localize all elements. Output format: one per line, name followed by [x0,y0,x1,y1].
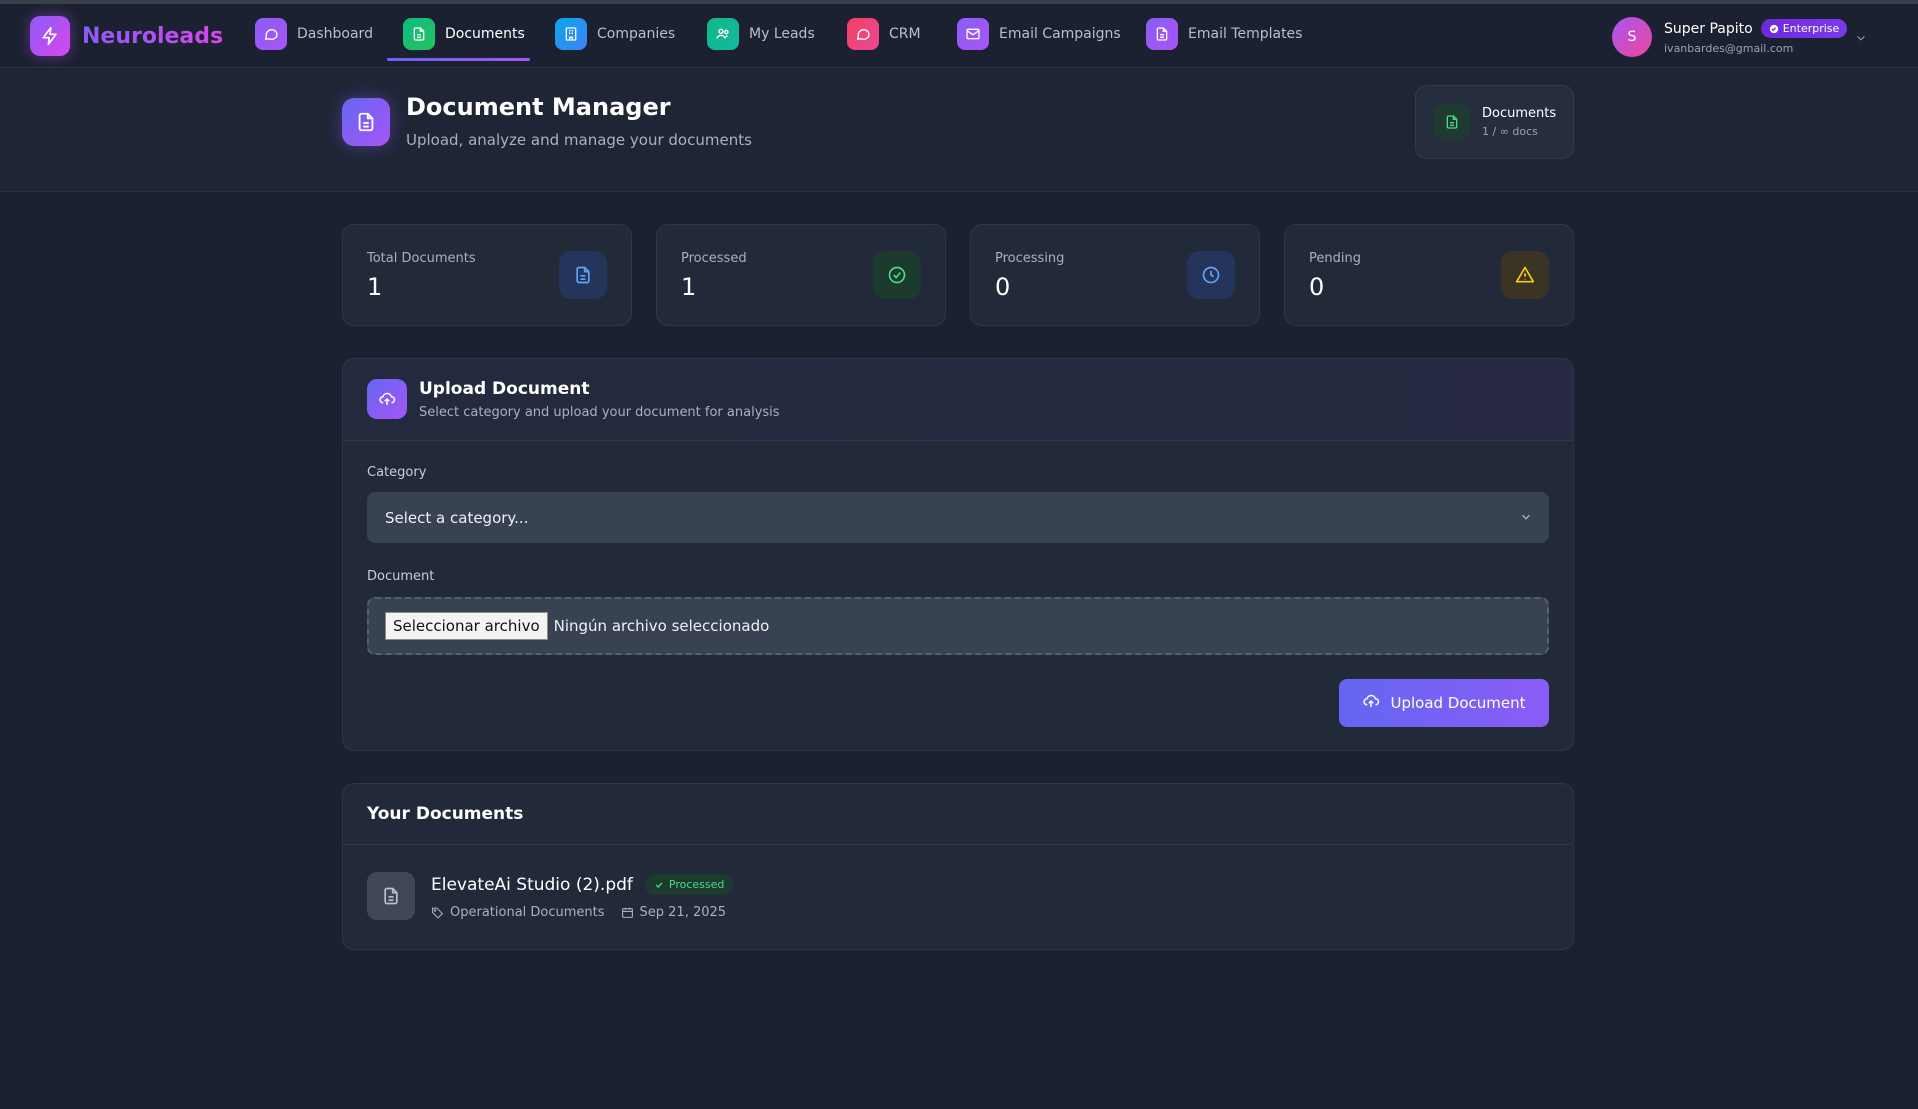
file-input[interactable]: Seleccionar archivo Ningún archivo selec… [367,597,1549,655]
upload-subtitle: Select category and upload your document… [419,405,780,420]
document-icon [1146,18,1178,50]
plan-label: Enterprise [1782,22,1840,35]
stat-label: Total Documents [367,251,476,266]
nav-item-dashboard[interactable]: Dashboard [255,15,373,53]
stat-value: 0 [1309,273,1325,301]
brand-name: Neuroleads [82,23,224,49]
lightning-icon [30,16,70,56]
stat-processed: Processed 1 [656,224,946,326]
choose-file-button[interactable]: Seleccionar archivo [385,612,548,640]
nav-item-email-templates[interactable]: Email Templates [1146,15,1302,53]
document-icon [559,251,607,299]
document-category: Operational Documents [450,905,605,920]
upload-card-header: Upload Document Select category and uplo… [343,359,1573,441]
nav-item-my-leads[interactable]: My Leads [707,15,815,53]
document-icon [1434,104,1470,140]
top-navbar: Neuroleads Dashboard Documents Companies… [0,4,1918,68]
status-label: Processed [668,878,725,891]
plan-badge: Enterprise [1760,19,1848,38]
warning-icon [1501,251,1549,299]
file-status: Ningún archivo seleccionado [553,617,770,635]
nav-label: Email Templates [1188,26,1303,42]
cloud-upload-icon [367,379,407,419]
clock-icon [1187,251,1235,299]
document-icon [403,18,435,50]
chat-bubble-icon [847,18,879,50]
avatar: S [1612,17,1652,57]
upload-document-button[interactable]: Upload Document [1339,679,1549,727]
stat-total-documents: Total Documents 1 [342,224,632,326]
nav-item-documents[interactable]: Documents [403,15,525,53]
building-icon [555,18,587,50]
upload-document-card: Upload Document Select category and uplo… [342,358,1574,751]
stat-value: 1 [681,273,697,301]
users-icon [707,18,739,50]
nav-label: CRM [889,26,921,42]
document-name[interactable]: ElevateAi Studio (2).pdf [431,875,633,895]
documents-card-header: Your Documents [343,784,1573,845]
cloud-upload-icon [1362,692,1380,714]
your-documents-card: Your Documents ElevateAi Studio (2).pdf … [342,783,1574,950]
check-circle-icon [1769,24,1778,33]
check-circle-icon [873,251,921,299]
brand[interactable]: Neuroleads [30,16,223,56]
documents-title: Your Documents [367,804,524,824]
stat-label: Processed [681,251,747,266]
status-badge: Processed [644,874,734,895]
stat-label: Processing [995,251,1065,266]
stat-pending: Pending 0 [1284,224,1574,326]
document-label: Document [367,569,435,584]
list-item[interactable]: ElevateAi Studio (2).pdf Processed Opera… [367,872,734,920]
tag-icon [432,907,444,919]
category-select-value: Select a category... [385,508,529,527]
nav-label: My Leads [749,26,815,42]
user-menu[interactable]: S Super Papito Enterprise ivanbardes@gma… [1612,17,1848,57]
upload-button-label: Upload Document [1390,694,1526,712]
upload-title: Upload Document [419,379,590,399]
stat-processing: Processing 0 [970,224,1260,326]
nav-label: Documents [445,26,525,42]
user-email: ivanbardes@gmail.com [1664,42,1794,55]
chevron-down-icon[interactable] [1854,30,1868,49]
nav-label: Email Campaigns [999,26,1121,42]
document-icon [367,872,415,920]
document-icon [342,98,390,146]
chat-bubble-icon [255,18,287,50]
page-header [0,69,1918,192]
page-subtitle: Upload, analyze and manage your document… [406,131,752,149]
calendar-icon [621,907,633,918]
quota-title: Documents [1482,106,1557,121]
quota-count: 1 / ∞ docs [1482,125,1538,138]
stat-value: 1 [367,273,383,301]
nav-item-companies[interactable]: Companies [555,15,675,53]
nav-item-crm[interactable]: CRM [847,15,921,53]
category-label: Category [367,465,427,480]
page-title: Document Manager [406,93,671,121]
check-icon [655,881,663,888]
active-tab-indicator [387,58,530,61]
nav-item-email-campaigns[interactable]: Email Campaigns [957,15,1121,53]
nav-label: Dashboard [297,26,373,42]
document-date: Sep 21, 2025 [639,905,727,920]
stat-value: 0 [995,273,1011,301]
user-name: Super Papito [1664,20,1753,37]
chevron-down-icon [1519,510,1533,528]
envelope-icon [957,18,989,50]
stat-label: Pending [1309,251,1361,266]
nav-label: Companies [597,26,676,42]
category-select[interactable]: Select a category... [367,492,1549,543]
documents-quota: Documents 1 / ∞ docs [1415,85,1574,159]
